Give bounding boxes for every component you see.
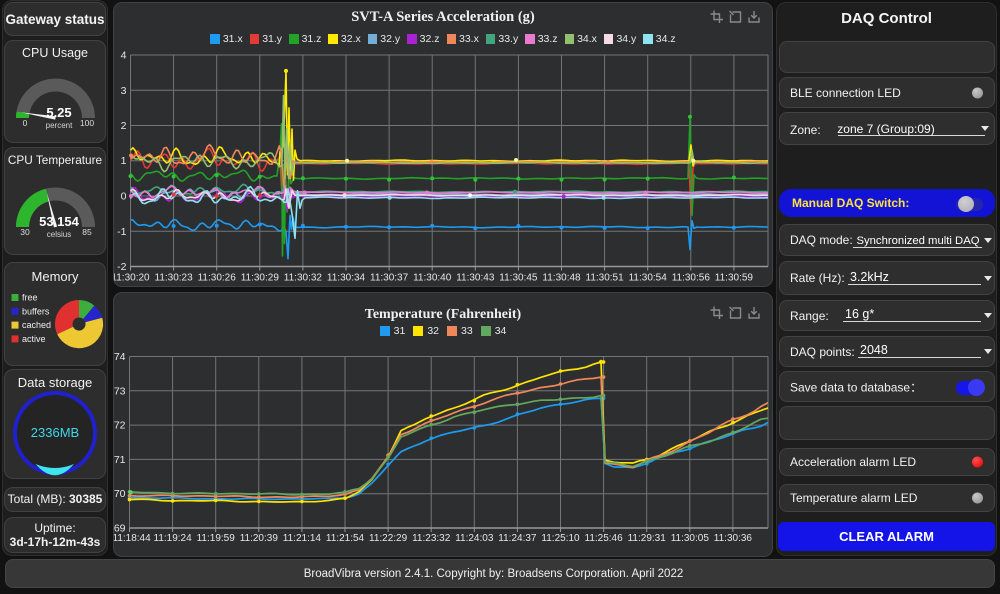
svg-text:11:30:26: 11:30:26 xyxy=(198,273,237,284)
svg-text:2: 2 xyxy=(121,120,127,132)
svg-text:11:30:29: 11:30:29 xyxy=(241,273,280,284)
svg-text:11:21:14: 11:21:14 xyxy=(283,533,322,544)
svg-text:11:22:29: 11:22:29 xyxy=(369,533,408,544)
svg-text:celsius: celsius xyxy=(47,230,71,239)
svg-text:11:30:43: 11:30:43 xyxy=(456,273,495,284)
svg-text:11:30:48: 11:30:48 xyxy=(542,273,581,284)
svg-text:1: 1 xyxy=(121,155,127,167)
svg-text:11:24:37: 11:24:37 xyxy=(498,533,537,544)
svg-text:cached: cached xyxy=(22,320,51,330)
svg-text:11:23:32: 11:23:32 xyxy=(412,533,451,544)
svg-text:11:30:45: 11:30:45 xyxy=(499,273,538,284)
svg-text:11:21:54: 11:21:54 xyxy=(326,533,365,544)
svg-text:0: 0 xyxy=(23,118,28,128)
svg-text:11:30:56: 11:30:56 xyxy=(672,273,711,284)
svg-text:11:20:39: 11:20:39 xyxy=(240,533,279,544)
svg-text:2336MB: 2336MB xyxy=(31,425,79,440)
svg-text:11:30:54: 11:30:54 xyxy=(629,273,668,284)
svg-text:-1: -1 xyxy=(117,226,126,238)
svg-text:72: 72 xyxy=(114,420,126,432)
svg-text:11:30:34: 11:30:34 xyxy=(327,273,366,284)
svg-text:3: 3 xyxy=(121,85,127,97)
svg-text:percent: percent xyxy=(46,121,73,130)
svg-text:11:25:10: 11:25:10 xyxy=(541,533,580,544)
svg-text:11:18:44: 11:18:44 xyxy=(114,533,151,544)
svg-text:buffers: buffers xyxy=(22,306,50,316)
svg-text:11:19:59: 11:19:59 xyxy=(197,533,236,544)
svg-text:71: 71 xyxy=(114,454,126,466)
svg-text:11:30:51: 11:30:51 xyxy=(586,273,625,284)
svg-text:11:30:23: 11:30:23 xyxy=(155,273,194,284)
svg-text:0: 0 xyxy=(121,191,127,203)
svg-text:70: 70 xyxy=(114,488,126,500)
svg-text:11:30:20: 11:30:20 xyxy=(114,273,150,284)
svg-text:11:30:05: 11:30:05 xyxy=(671,533,710,544)
svg-text:11:25:46: 11:25:46 xyxy=(585,533,624,544)
svg-text:11:19:24: 11:19:24 xyxy=(154,533,193,544)
svg-text:free: free xyxy=(22,293,38,303)
svg-text:-2: -2 xyxy=(117,261,126,273)
svg-text:active: active xyxy=(22,334,46,344)
svg-text:11:30:40: 11:30:40 xyxy=(413,273,452,284)
svg-text:85: 85 xyxy=(82,227,92,237)
svg-text:30: 30 xyxy=(20,227,30,237)
svg-text:100: 100 xyxy=(80,118,94,128)
svg-text:11:24:03: 11:24:03 xyxy=(455,533,494,544)
svg-text:11:30:36: 11:30:36 xyxy=(714,533,753,544)
svg-text:74: 74 xyxy=(114,351,126,363)
svg-text:11:30:32: 11:30:32 xyxy=(284,273,323,284)
svg-text:73: 73 xyxy=(114,385,126,397)
svg-text:5.25: 5.25 xyxy=(46,105,71,120)
svg-text:11:30:37: 11:30:37 xyxy=(370,273,409,284)
svg-text:11:29:31: 11:29:31 xyxy=(628,533,667,544)
svg-text:11:30:59: 11:30:59 xyxy=(715,273,754,284)
svg-text:4: 4 xyxy=(121,50,127,62)
svg-text:53.154: 53.154 xyxy=(39,214,80,229)
